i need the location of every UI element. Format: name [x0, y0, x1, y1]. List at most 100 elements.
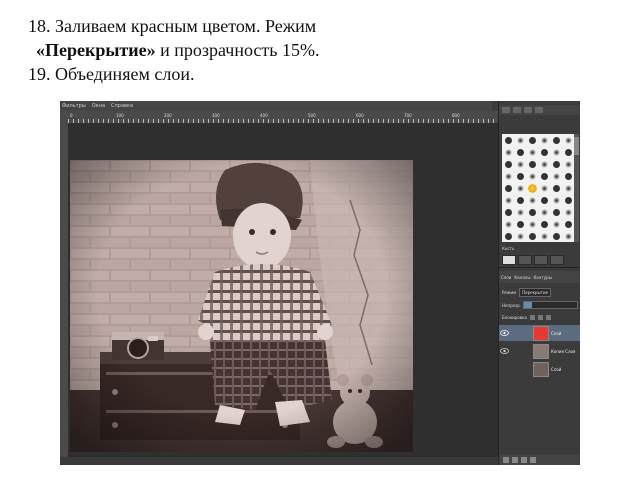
new-layer-icon[interactable]	[503, 457, 509, 463]
brush-item[interactable]	[514, 194, 526, 206]
brush-item[interactable]	[514, 146, 526, 158]
mode-label: Режим	[502, 289, 517, 295]
tab-layers[interactable]: Слои	[501, 275, 511, 280]
delete-layer-icon[interactable]	[530, 457, 536, 463]
brush-item[interactable]	[562, 170, 574, 182]
image-canvas-area[interactable]: 0 100 200 300 400 500 600 700 800	[60, 111, 498, 465]
brush-item[interactable]	[502, 182, 514, 194]
brush-scrollbar-thumb[interactable]	[574, 137, 579, 155]
raise-layer-icon[interactable]	[512, 457, 518, 463]
lock-label: Блокировка	[502, 314, 527, 320]
brush-control-icon[interactable]	[502, 255, 516, 265]
brush-item[interactable]	[562, 206, 574, 218]
brush-item[interactable]	[526, 146, 538, 158]
lock-pixels-icon[interactable]	[529, 314, 535, 320]
brush-item[interactable]	[538, 206, 550, 218]
brush-control-icon[interactable]	[534, 255, 548, 265]
brush-item[interactable]	[502, 158, 514, 170]
eye-icon[interactable]	[499, 346, 509, 356]
tab-icon[interactable]	[535, 107, 543, 113]
brush-item[interactable]	[514, 182, 526, 194]
boy-vintage-photo	[70, 160, 413, 452]
menu-filters[interactable]: Фильтры	[62, 101, 86, 111]
brush-item[interactable]	[514, 170, 526, 182]
brush-item[interactable]	[502, 146, 514, 158]
brush-item[interactable]	[550, 158, 562, 170]
brush-item[interactable]	[526, 194, 538, 206]
brush-item[interactable]	[514, 206, 526, 218]
lock-row: Блокировка	[502, 313, 578, 321]
opacity-slider-fill	[524, 302, 532, 308]
brush-item[interactable]	[526, 134, 538, 146]
brush-item[interactable]	[514, 134, 526, 146]
brush-item[interactable]	[502, 230, 514, 242]
brush-item[interactable]	[502, 218, 514, 230]
lock-position-icon[interactable]	[537, 314, 543, 320]
mode-select[interactable]: Перекрытие	[519, 287, 552, 297]
brush-item[interactable]	[502, 170, 514, 182]
brush-item[interactable]	[538, 182, 550, 194]
brush-item[interactable]	[562, 134, 574, 146]
ruler-tick: 800	[452, 113, 460, 118]
lock-alpha-icon[interactable]	[545, 314, 551, 320]
brush-item-selected[interactable]	[526, 182, 538, 194]
brush-item[interactable]	[550, 218, 562, 230]
brush-grid[interactable]	[502, 134, 574, 242]
ruler-tick: 700	[404, 113, 412, 118]
brush-item[interactable]	[562, 194, 574, 206]
brush-item[interactable]	[538, 158, 550, 170]
brush-item[interactable]	[550, 170, 562, 182]
brush-item[interactable]	[562, 182, 574, 194]
layer-row-red[interactable]: Слой	[499, 325, 580, 341]
brush-item[interactable]	[526, 206, 538, 218]
brush-item[interactable]	[538, 134, 550, 146]
brush-item[interactable]	[562, 158, 574, 170]
brush-item[interactable]	[526, 218, 538, 230]
tab-paths[interactable]: Контуры	[533, 275, 551, 280]
brush-item[interactable]	[550, 146, 562, 158]
brush-item[interactable]	[550, 182, 562, 194]
tab-icon[interactable]	[524, 107, 532, 113]
brush-item[interactable]	[562, 230, 574, 242]
brush-item[interactable]	[550, 134, 562, 146]
brush-item[interactable]	[526, 170, 538, 182]
eye-icon[interactable]	[499, 328, 509, 338]
menu-help[interactable]: Справка	[111, 101, 133, 111]
menu-windows[interactable]: Окна	[92, 101, 105, 111]
tab-icon[interactable]	[513, 107, 521, 113]
opacity-slider[interactable]	[523, 301, 578, 309]
brush-item[interactable]	[526, 158, 538, 170]
opacity-label: Непрозр.	[502, 302, 522, 308]
brush-item[interactable]	[538, 218, 550, 230]
brush-control-icon[interactable]	[518, 255, 532, 265]
brush-item[interactable]	[502, 134, 514, 146]
brush-item[interactable]	[538, 230, 550, 242]
layer-row-base[interactable]: Слой	[499, 361, 580, 377]
brush-item[interactable]	[538, 170, 550, 182]
brush-item[interactable]	[538, 194, 550, 206]
brush-item[interactable]	[526, 230, 538, 242]
brush-item[interactable]	[514, 230, 526, 242]
brush-item[interactable]	[502, 194, 514, 206]
tab-channels[interactable]: Каналы	[514, 275, 530, 280]
layer-name: Копия Слоя	[551, 348, 576, 354]
lower-layer-icon[interactable]	[521, 457, 527, 463]
brush-item[interactable]	[514, 158, 526, 170]
brush-item[interactable]	[550, 194, 562, 206]
layer-row-copy[interactable]: Копия Слоя	[499, 343, 580, 359]
layer-name: Слой	[551, 330, 562, 336]
brush-item[interactable]	[538, 146, 550, 158]
caption-mode-name: «Перекрытие»	[36, 40, 156, 60]
brush-item[interactable]	[562, 146, 574, 158]
brush-item[interactable]	[562, 218, 574, 230]
eye-icon[interactable]	[499, 364, 509, 374]
brush-item[interactable]	[502, 206, 514, 218]
brush-control-icon[interactable]	[550, 255, 564, 265]
brush-item[interactable]	[550, 230, 562, 242]
layer-thumbnail	[533, 361, 549, 377]
brush-item[interactable]	[550, 206, 562, 218]
opacity-row: Непрозр.	[502, 301, 578, 309]
brush-item[interactable]	[514, 218, 526, 230]
tab-icon[interactable]	[502, 107, 510, 113]
caption-step-19: 19. Объединяем слои.	[28, 64, 195, 84]
